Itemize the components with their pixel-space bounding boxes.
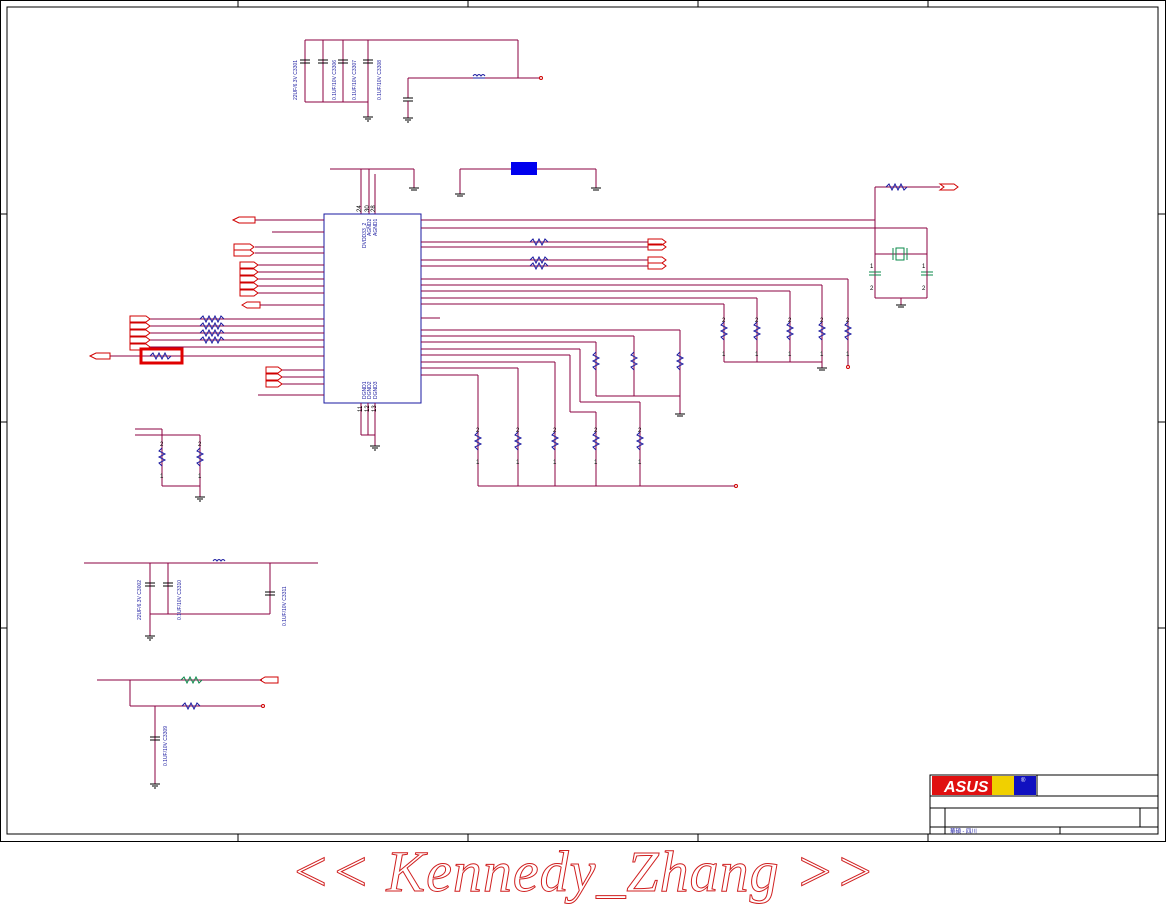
lower-rc-group: 0.1UF/10V C3309 bbox=[97, 675, 279, 789]
cap-label-c3308: 0.1UF/10V C3308 bbox=[377, 60, 383, 100]
schematic-sheet: 22UF/6.3V C3301 0.1UF/10V C3306 0.1UF/10… bbox=[0, 0, 1166, 842]
svg-text:2: 2 bbox=[788, 318, 792, 324]
ic-top-pin-3: 28 bbox=[371, 205, 377, 212]
sheet-border bbox=[0, 0, 1166, 842]
ic-bottom-pin-2: 12 bbox=[365, 405, 371, 412]
svg-text:1: 1 bbox=[788, 352, 792, 358]
svg-text:1: 1 bbox=[198, 474, 202, 480]
svg-text:2: 2 bbox=[820, 318, 824, 324]
svg-text:2: 2 bbox=[553, 428, 557, 434]
ic-chip: 24 30 28 DVDD33_2 AGND2 AGND1 DGND1 DGND… bbox=[323, 205, 422, 451]
svg-text:1: 1 bbox=[870, 264, 874, 270]
bottom-cap-group: 22UF/6.3V C3002 0.1UF/10V C3310 0.1UF/10… bbox=[84, 559, 318, 641]
svg-text:1: 1 bbox=[594, 460, 598, 466]
svg-text:1: 1 bbox=[922, 264, 926, 270]
cap-label-c3002: 22UF/6.3V C3002 bbox=[137, 580, 143, 620]
ic-label-dgnd3: DGND3 bbox=[373, 381, 379, 399]
svg-text:1: 1 bbox=[516, 460, 520, 466]
svg-text:2: 2 bbox=[922, 286, 926, 292]
svg-text:1: 1 bbox=[820, 352, 824, 358]
ferrite-bead bbox=[511, 162, 537, 175]
svg-text:1: 1 bbox=[476, 460, 480, 466]
title-block: ASUS ® 華碩 - 四川 bbox=[929, 774, 1159, 835]
svg-text:1: 1 bbox=[846, 352, 850, 358]
ic-label-agnd1: AGND1 bbox=[373, 219, 379, 236]
svg-text:1: 1 bbox=[638, 460, 642, 466]
cap-label-c3311: 0.1UF/10V C3311 bbox=[282, 586, 288, 626]
right-nets bbox=[421, 182, 959, 488]
top-cap-group: 22UF/6.3V C3301 0.1UF/10V C3306 0.1UF/10… bbox=[293, 39, 543, 123]
ic-top-pin-1: 24 bbox=[357, 205, 363, 212]
title-footer-label: 華碩 - 四川 bbox=[950, 827, 977, 835]
pin-annotations: 2 1 2 1 2 1 2 1 2 1 2 1 2 1 2 1 2 1 2 1 … bbox=[160, 264, 926, 480]
svg-text:1: 1 bbox=[160, 474, 164, 480]
left-bus-arrows bbox=[239, 261, 324, 297]
svg-text:2: 2 bbox=[846, 318, 850, 324]
svg-text:1: 1 bbox=[553, 460, 557, 466]
cap-label-c3301: 22UF/6.3V C3301 bbox=[293, 60, 299, 100]
left-nets bbox=[88, 216, 324, 396]
ic-bottom-pin-1: 11 bbox=[358, 405, 364, 412]
watermark-text: << Kennedy_Zhang >> bbox=[290, 839, 876, 905]
cap-label-c3309: 0.1UF/10V C3309 bbox=[163, 726, 169, 766]
svg-text:2: 2 bbox=[594, 428, 598, 434]
ic-bottom-pin-3: 13 bbox=[372, 405, 378, 412]
left-pulldown-group bbox=[135, 428, 205, 502]
cap-label-c3307: 0.1UF/10V C3307 bbox=[352, 60, 358, 100]
svg-text:2: 2 bbox=[160, 442, 164, 448]
asus-logo: ASUS ® bbox=[932, 776, 1036, 796]
svg-text:2: 2 bbox=[476, 428, 480, 434]
cap-label-c3310: 0.1UF/10V C3310 bbox=[177, 580, 183, 620]
svg-text:1: 1 bbox=[722, 352, 726, 358]
svg-text:2: 2 bbox=[198, 442, 202, 448]
svg-text:1: 1 bbox=[755, 352, 759, 358]
svg-text:2: 2 bbox=[870, 286, 874, 292]
left-resistor-bank bbox=[129, 314, 324, 351]
svg-text:ASUS: ASUS bbox=[943, 779, 989, 796]
svg-text:2: 2 bbox=[516, 428, 520, 434]
svg-text:®: ® bbox=[1021, 777, 1026, 784]
svg-text:2: 2 bbox=[722, 318, 726, 324]
cap-label-c3306: 0.1UF/10V C3306 bbox=[332, 60, 338, 100]
svg-text:2: 2 bbox=[755, 318, 759, 324]
svg-text:2: 2 bbox=[638, 428, 642, 434]
